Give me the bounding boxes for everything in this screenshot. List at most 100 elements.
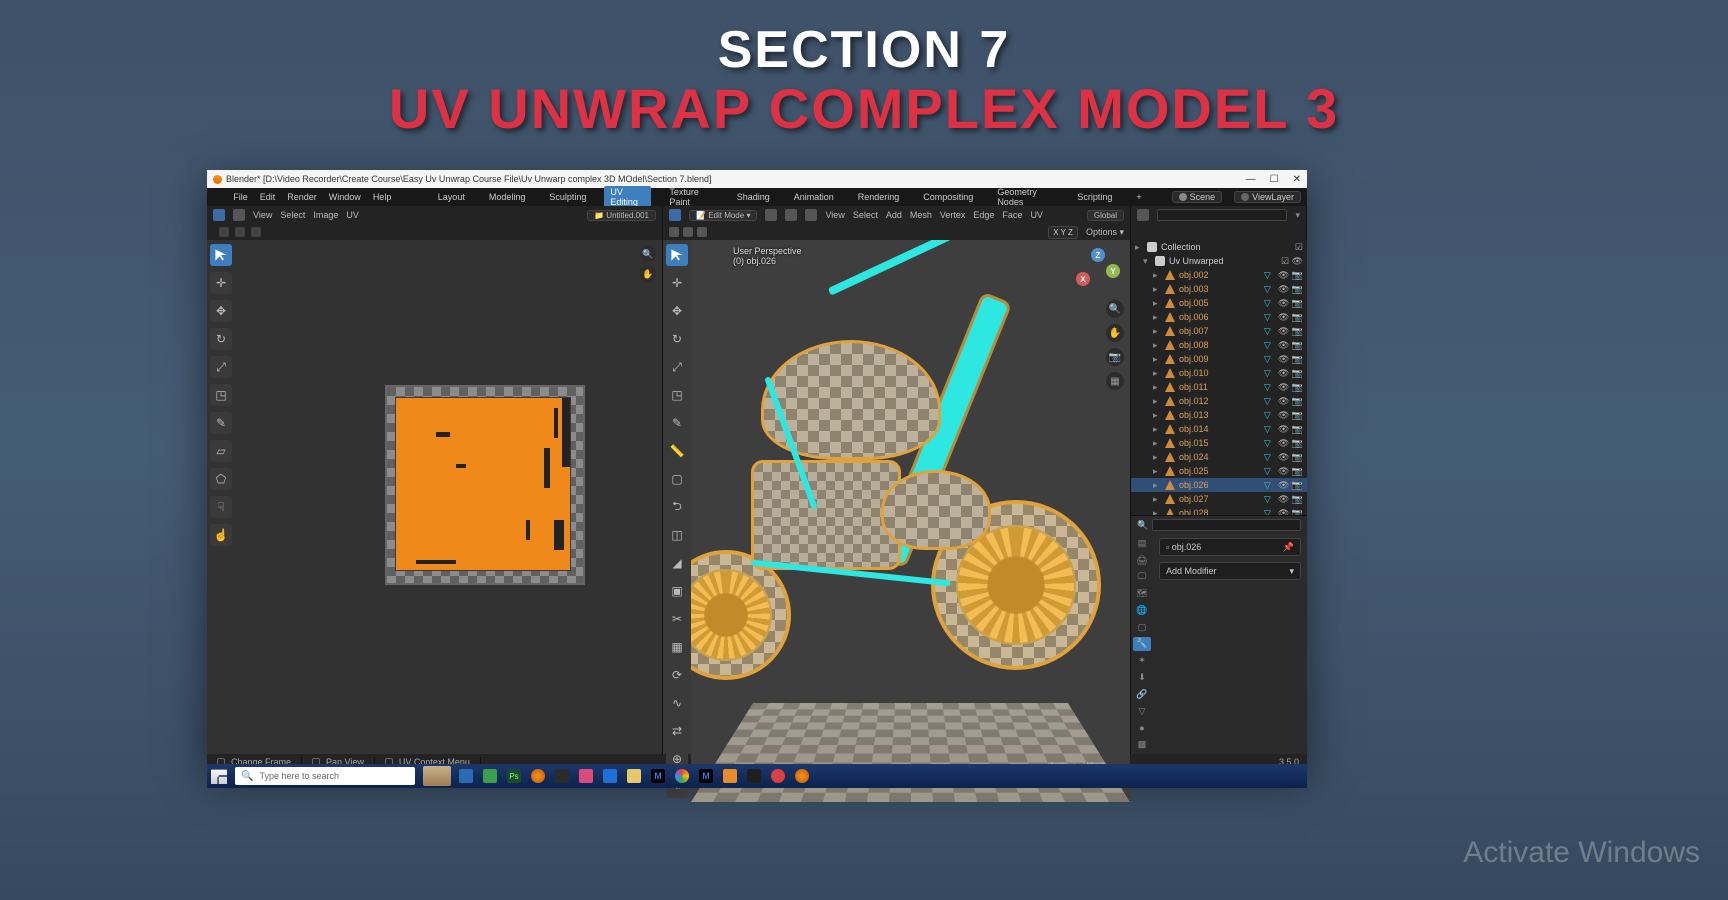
tb-cortana-icon[interactable] — [459, 769, 473, 783]
ptab-mesh[interactable]: ▽ — [1133, 704, 1151, 719]
ptab-scene[interactable]: 🗺 — [1133, 586, 1151, 601]
mode-selector[interactable]: 📝 Edit Mode ▾ — [689, 210, 757, 221]
nav-gizmo[interactable]: Z Y X — [1078, 250, 1118, 290]
uv-menu-uv[interactable]: UV — [346, 210, 359, 220]
vtool-edgeslide[interactable]: ⇄ — [666, 720, 688, 742]
tab-compositing[interactable]: Compositing — [917, 191, 979, 203]
uv-canvas[interactable]: 🔍 ✋ — [235, 240, 662, 754]
viewlayer-selector[interactable]: ViewLayer — [1234, 191, 1301, 203]
vp-shading-icon[interactable] — [697, 227, 707, 237]
vtool-polybuild[interactable]: ▦ — [666, 636, 688, 658]
tb-app4-icon[interactable] — [723, 769, 737, 783]
tb-chrome-icon[interactable] — [675, 769, 689, 783]
uv-sync-icon[interactable] — [219, 227, 229, 237]
start-button-icon[interactable] — [211, 768, 227, 784]
add-modifier-button[interactable]: Add Modifier▾ — [1159, 562, 1301, 580]
uv-mode-icon[interactable] — [233, 209, 245, 221]
tb-edge-icon[interactable] — [603, 769, 617, 783]
tool-pinch[interactable]: ☝ — [210, 524, 232, 546]
tb-ps-icon[interactable]: Ps — [507, 769, 521, 783]
ptab-texture[interactable]: ▩ — [1133, 737, 1151, 752]
tab-shading[interactable]: Shading — [731, 191, 776, 203]
uv-menu-view[interactable]: View — [253, 210, 272, 220]
outliner-item[interactable]: ▸obj.007▽👁 📷 — [1131, 324, 1307, 338]
outliner-item[interactable]: ▸obj.028▽👁 📷 — [1131, 506, 1307, 515]
vp-menu-mesh[interactable]: Mesh — [910, 210, 932, 220]
tool-scale[interactable]: ⤢ — [210, 356, 232, 378]
outliner-item[interactable]: ▸obj.024▽👁 📷 — [1131, 450, 1307, 464]
vp-options-dropdown[interactable]: Options ▾ — [1086, 227, 1124, 238]
uv-image-selector[interactable]: 📁 Untitled.001 — [587, 210, 656, 221]
outliner-item[interactable]: ▸obj.008▽👁 📷 — [1131, 338, 1307, 352]
tool-cursor[interactable]: ✛ — [210, 272, 232, 294]
uv-sticky-icon[interactable] — [235, 227, 245, 237]
tool-relax[interactable]: ☟ — [210, 496, 232, 518]
tb-app3-icon[interactable] — [579, 769, 593, 783]
tab-geonodes[interactable]: Geometry Nodes — [991, 186, 1059, 208]
ptab-modifier[interactable]: 🔧 — [1133, 637, 1151, 652]
tb-app6-icon[interactable] — [771, 769, 785, 783]
taskbar-search[interactable]: 🔍 Type here to search — [235, 767, 415, 785]
vtool-addcube[interactable]: ▢ — [666, 468, 688, 490]
props-search-icon[interactable]: 🔍 — [1137, 520, 1148, 531]
vtool-knife[interactable]: ✂ — [666, 608, 688, 630]
outliner-root[interactable]: ▸Collection☑ — [1131, 240, 1307, 254]
vtool-move[interactable]: ✥ — [666, 300, 688, 322]
vtool-transform[interactable]: ◳ — [666, 384, 688, 406]
outliner-item[interactable]: ▸obj.010▽👁 📷 — [1131, 366, 1307, 380]
outliner-item[interactable]: ▸obj.027▽👁 📷 — [1131, 492, 1307, 506]
vp-persp-icon[interactable]: ▦ — [1106, 372, 1124, 390]
uv-menu-image[interactable]: Image — [313, 210, 338, 220]
minimize-button[interactable]: — — [1246, 174, 1256, 185]
menu-window[interactable]: Window — [329, 192, 361, 202]
tb-app1-icon[interactable] — [483, 769, 497, 783]
ptab-particles[interactable]: ✶ — [1133, 653, 1151, 668]
vp-menu-uv[interactable]: UV — [1030, 210, 1043, 220]
orientation-selector[interactable]: Global — [1087, 210, 1124, 221]
tb-blender-icon[interactable] — [531, 769, 545, 783]
tool-rotate[interactable]: ↻ — [210, 328, 232, 350]
tab-rendering[interactable]: Rendering — [852, 191, 906, 203]
sel-mode-vert-icon[interactable] — [765, 209, 777, 221]
vtool-rotate[interactable]: ↻ — [666, 328, 688, 350]
vp-menu-edge[interactable]: Edge — [973, 210, 994, 220]
menu-help[interactable]: Help — [373, 192, 392, 202]
ptab-object[interactable]: ▢ — [1133, 620, 1151, 635]
ptab-output[interactable]: 🖨 — [1133, 553, 1151, 568]
close-button[interactable]: ✕ — [1293, 174, 1301, 185]
ptab-view[interactable]: 🖵 — [1133, 570, 1151, 585]
vp-overlay-toggle-icon[interactable] — [669, 227, 679, 237]
tool-select[interactable] — [210, 244, 232, 266]
outliner-item[interactable]: ▸obj.014▽👁 📷 — [1131, 422, 1307, 436]
scene-selector[interactable]: Scene — [1172, 191, 1223, 203]
vp-pan-icon[interactable]: ✋ — [1106, 324, 1124, 342]
tool-move[interactable]: ✥ — [210, 300, 232, 322]
outliner-item[interactable]: ▸obj.026▽👁 📷 — [1131, 478, 1307, 492]
outliner-item[interactable]: ▸obj.009▽👁 📷 — [1131, 352, 1307, 366]
outliner-item[interactable]: ▸obj.002▽👁 📷 — [1131, 268, 1307, 282]
tb-explorer-icon[interactable] — [627, 769, 641, 783]
uv-zoom-icon[interactable]: 🔍 — [640, 246, 656, 262]
vtool-loopcut[interactable]: ▣ — [666, 580, 688, 602]
tb-m2-icon[interactable]: M — [699, 769, 713, 783]
vtool-extrude[interactable]: ⮌ — [666, 496, 688, 518]
tb-m1-icon[interactable]: M — [651, 769, 665, 783]
ptab-constraint[interactable]: 🔗 — [1133, 687, 1151, 702]
uv-editor-icon[interactable] — [213, 209, 225, 221]
ptab-render[interactable]: ▤ — [1133, 536, 1151, 551]
outliner-item[interactable]: ▸obj.003▽👁 📷 — [1131, 282, 1307, 296]
ptab-physics[interactable]: ⬇ — [1133, 670, 1151, 685]
sel-mode-face-icon[interactable] — [805, 209, 817, 221]
menu-edit[interactable]: Edit — [260, 192, 276, 202]
tab-uvediting[interactable]: UV Editing — [604, 186, 651, 208]
outliner-item[interactable]: ▸obj.011▽👁 📷 — [1131, 380, 1307, 394]
outliner-editor-icon[interactable] — [1137, 209, 1149, 221]
vtool-smooth[interactable]: ∿ — [666, 692, 688, 714]
uv-menu-select[interactable]: Select — [280, 210, 305, 220]
tool-annotate[interactable]: ✎ — [210, 412, 232, 434]
outliner-item[interactable]: ▸obj.005▽👁 📷 — [1131, 296, 1307, 310]
vp-menu-vertex[interactable]: Vertex — [940, 210, 966, 220]
vtool-scale[interactable]: ⤢ — [666, 356, 688, 378]
props-search-input[interactable] — [1152, 519, 1301, 531]
vp-camera-icon[interactable]: 📷 — [1106, 348, 1124, 366]
